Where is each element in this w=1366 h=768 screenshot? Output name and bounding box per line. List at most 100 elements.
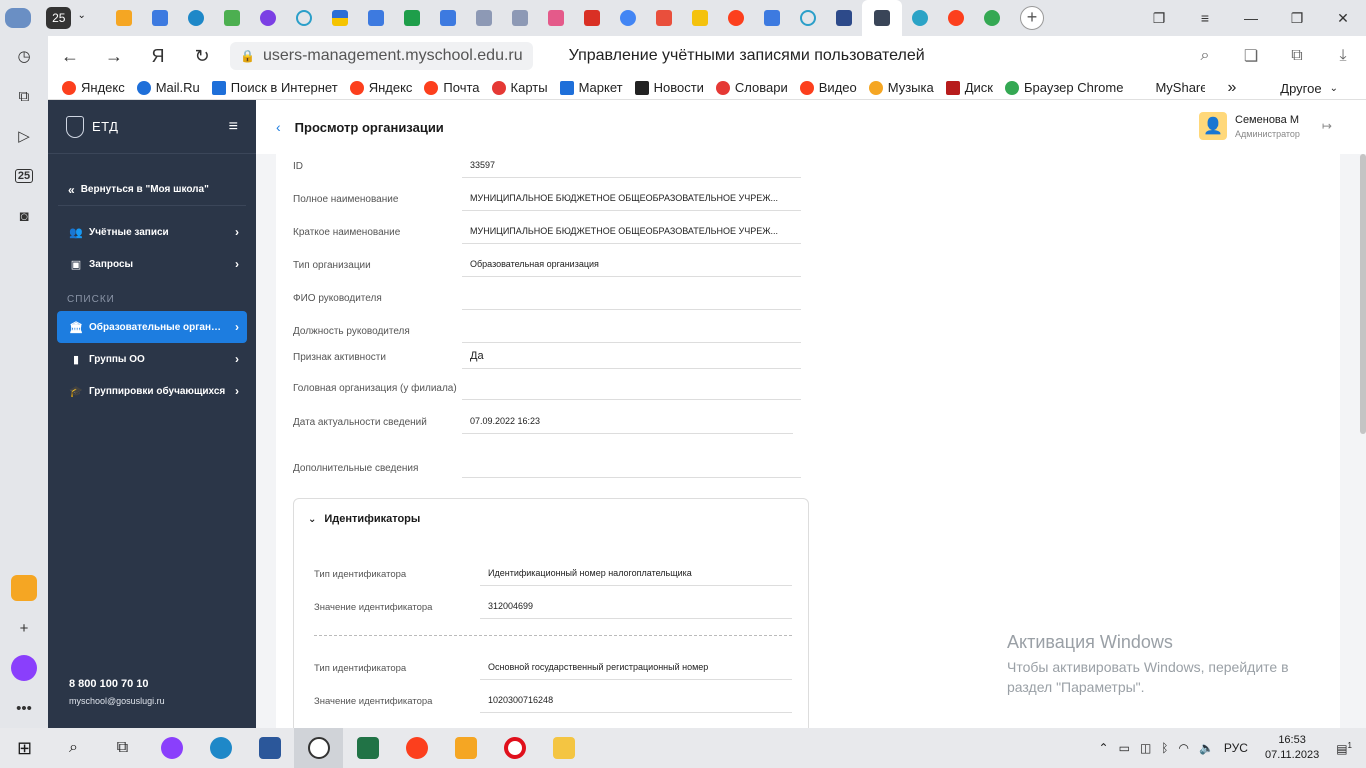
mail-taskbar-icon[interactable] (441, 728, 490, 768)
close-icon[interactable]: ✕ (1320, 0, 1366, 36)
yandex-home-icon[interactable]: Я (136, 36, 180, 76)
language-indicator[interactable]: РУС (1224, 741, 1248, 755)
bookmark-item[interactable]: Яндекс (62, 80, 125, 95)
bookmark-item[interactable]: Яндекс (349, 80, 412, 95)
bookmarks-overflow-icon[interactable]: » (1227, 79, 1236, 97)
notifications-icon[interactable]: ▤1 (1336, 741, 1352, 756)
forward-arrow-icon[interactable]: → (92, 36, 136, 76)
add-side-icon[interactable]: + (0, 608, 48, 648)
play-icon[interactable]: ▷ (0, 116, 48, 156)
alice-icon[interactable] (0, 648, 48, 688)
tab-book-icon[interactable] (214, 0, 250, 36)
tab-cloud-icon[interactable] (902, 0, 938, 36)
edge-taskbar-icon[interactable] (196, 728, 245, 768)
sidebar-item-accounts[interactable]: 👥 Учётные записи › (57, 216, 247, 248)
tab-gmail-icon[interactable] (574, 0, 610, 36)
reload-icon[interactable]: ↻ (180, 36, 224, 76)
bookmark-item[interactable]: Видео (799, 80, 857, 95)
tab-cube3-icon[interactable] (430, 0, 466, 36)
back-arrow-icon[interactable]: ← (48, 36, 92, 76)
opera-taskbar-icon[interactable] (490, 728, 539, 768)
more-side-icon[interactable]: ••• (0, 688, 48, 728)
windows-start-icon[interactable]: ⊞ (0, 728, 49, 768)
tab-purple-icon[interactable] (250, 0, 286, 36)
task-view-icon[interactable]: ⧉ (98, 728, 147, 768)
tab-emblem2-icon[interactable] (502, 0, 538, 36)
network-icon[interactable]: ◫ (1140, 741, 1151, 755)
sidebar-item-student-groups[interactable]: 🎓 Группировки обучающихся › (57, 375, 247, 407)
search-taskbar-icon[interactable]: ⌕ (49, 728, 98, 768)
alice-taskbar-icon[interactable] (147, 728, 196, 768)
tab-lang-icon[interactable] (682, 0, 718, 36)
url-field[interactable]: 🔒 users-management.myschool.edu.ru (230, 42, 533, 70)
tab-grid-icon[interactable] (538, 0, 574, 36)
tab-plus-icon[interactable] (394, 0, 430, 36)
bookmark-item[interactable]: Диск (945, 80, 993, 95)
word-taskbar-icon[interactable] (245, 728, 294, 768)
sidebar-item-org-groups[interactable]: ▮ Группы ОО › (57, 343, 247, 375)
sidebar-item-organizations[interactable]: 🏛 Образовательные организа... › (57, 311, 247, 343)
back-chevron-icon[interactable]: ‹ (276, 119, 281, 135)
user-profile[interactable]: 👤 Семенова М Администратор ↦ (1199, 112, 1332, 140)
tab-edge-icon[interactable] (178, 0, 214, 36)
tab-counter[interactable]: 25 ⌄ (36, 0, 96, 36)
bookmark-icon[interactable]: ❏ (1228, 46, 1274, 66)
hamburger-icon[interactable]: ≡ (229, 118, 238, 136)
minimize-icon[interactable]: — (1228, 0, 1274, 36)
volume-icon[interactable]: 🔈 (1199, 741, 1214, 755)
logout-icon[interactable]: ↦ (1322, 119, 1332, 133)
tab-active-icon[interactable] (862, 0, 902, 36)
tab-tree-icon[interactable] (826, 0, 862, 36)
bookmark-item[interactable]: Карты (491, 80, 548, 95)
identifiers-toggle[interactable]: ⌄ Идентификаторы (308, 513, 420, 525)
bookmark-item[interactable]: Музыка (868, 80, 934, 95)
bookmark-item[interactable]: Словари (715, 80, 788, 95)
browser-logo-icon[interactable] (0, 0, 36, 36)
clock[interactable]: 16:53 07.11.2023 (1265, 733, 1319, 763)
tab-yandex2-icon[interactable] (938, 0, 974, 36)
menu-icon[interactable]: ≡ (1182, 0, 1228, 36)
tab-react-icon[interactable] (286, 0, 322, 36)
back-to-school-link[interactable]: « Вернуться в "Моя школа" (58, 174, 246, 206)
scrollbar[interactable] (1360, 154, 1366, 434)
explorer-taskbar-icon[interactable] (539, 728, 588, 768)
bluetooth-icon[interactable]: ᛒ (1161, 741, 1168, 755)
tab-cube2-icon[interactable] (358, 0, 394, 36)
search-icon[interactable]: ⌕ (1182, 47, 1228, 65)
mail-side-icon[interactable] (0, 568, 48, 608)
tab-x-icon[interactable] (646, 0, 682, 36)
wifi-icon[interactable]: ◠ (1178, 741, 1188, 755)
bookmark-item[interactable]: Браузер Chrome (1005, 80, 1123, 95)
bookmark-item[interactable]: Почта (424, 80, 480, 95)
collections-icon[interactable]: ❐ (1136, 0, 1182, 36)
extensions-icon[interactable]: ⧉ (1274, 47, 1320, 65)
tab-yandex-icon[interactable] (718, 0, 754, 36)
calendar-badge[interactable]: 25 (0, 156, 48, 196)
tab-chrome-icon[interactable] (974, 0, 1010, 36)
battery-icon[interactable]: ▭ (1119, 741, 1130, 755)
tab-google-icon[interactable] (610, 0, 646, 36)
tab-window-icon[interactable] (754, 0, 790, 36)
tab-flag-icon[interactable] (322, 0, 358, 36)
collections-side-icon[interactable]: ⧉ (0, 76, 48, 116)
tab-react2-icon[interactable] (790, 0, 826, 36)
excel-taskbar-icon[interactable] (343, 728, 392, 768)
download-icon[interactable]: ⤓ (1320, 47, 1366, 65)
yandex-browser-taskbar-icon[interactable] (294, 728, 343, 768)
bookmarks-other[interactable]: Другое ⌄ (1280, 81, 1338, 96)
tab-cube-icon[interactable] (142, 0, 178, 36)
tab-mail-icon[interactable] (106, 0, 142, 36)
bookmark-item[interactable]: Новости (634, 80, 704, 95)
bookmark-item[interactable]: Маркет (559, 80, 623, 95)
new-tab-icon[interactable]: + (1010, 0, 1054, 36)
bookmark-item[interactable]: MyShare (1155, 80, 1205, 95)
sidebar-item-requests[interactable]: ▣ Запросы › (57, 248, 247, 280)
camera-icon[interactable]: ◙ (0, 196, 48, 236)
history-icon[interactable]: ◷ (0, 36, 48, 76)
maximize-icon[interactable]: ❐ (1274, 0, 1320, 36)
bookmark-item[interactable]: Mail.Ru (136, 80, 200, 95)
tab-emblem-icon[interactable] (466, 0, 502, 36)
bookmark-item[interactable]: Поиск в Интернет (211, 80, 338, 95)
chevron-up-icon[interactable]: ⌃ (1099, 741, 1109, 755)
yandex-taskbar-icon[interactable] (392, 728, 441, 768)
